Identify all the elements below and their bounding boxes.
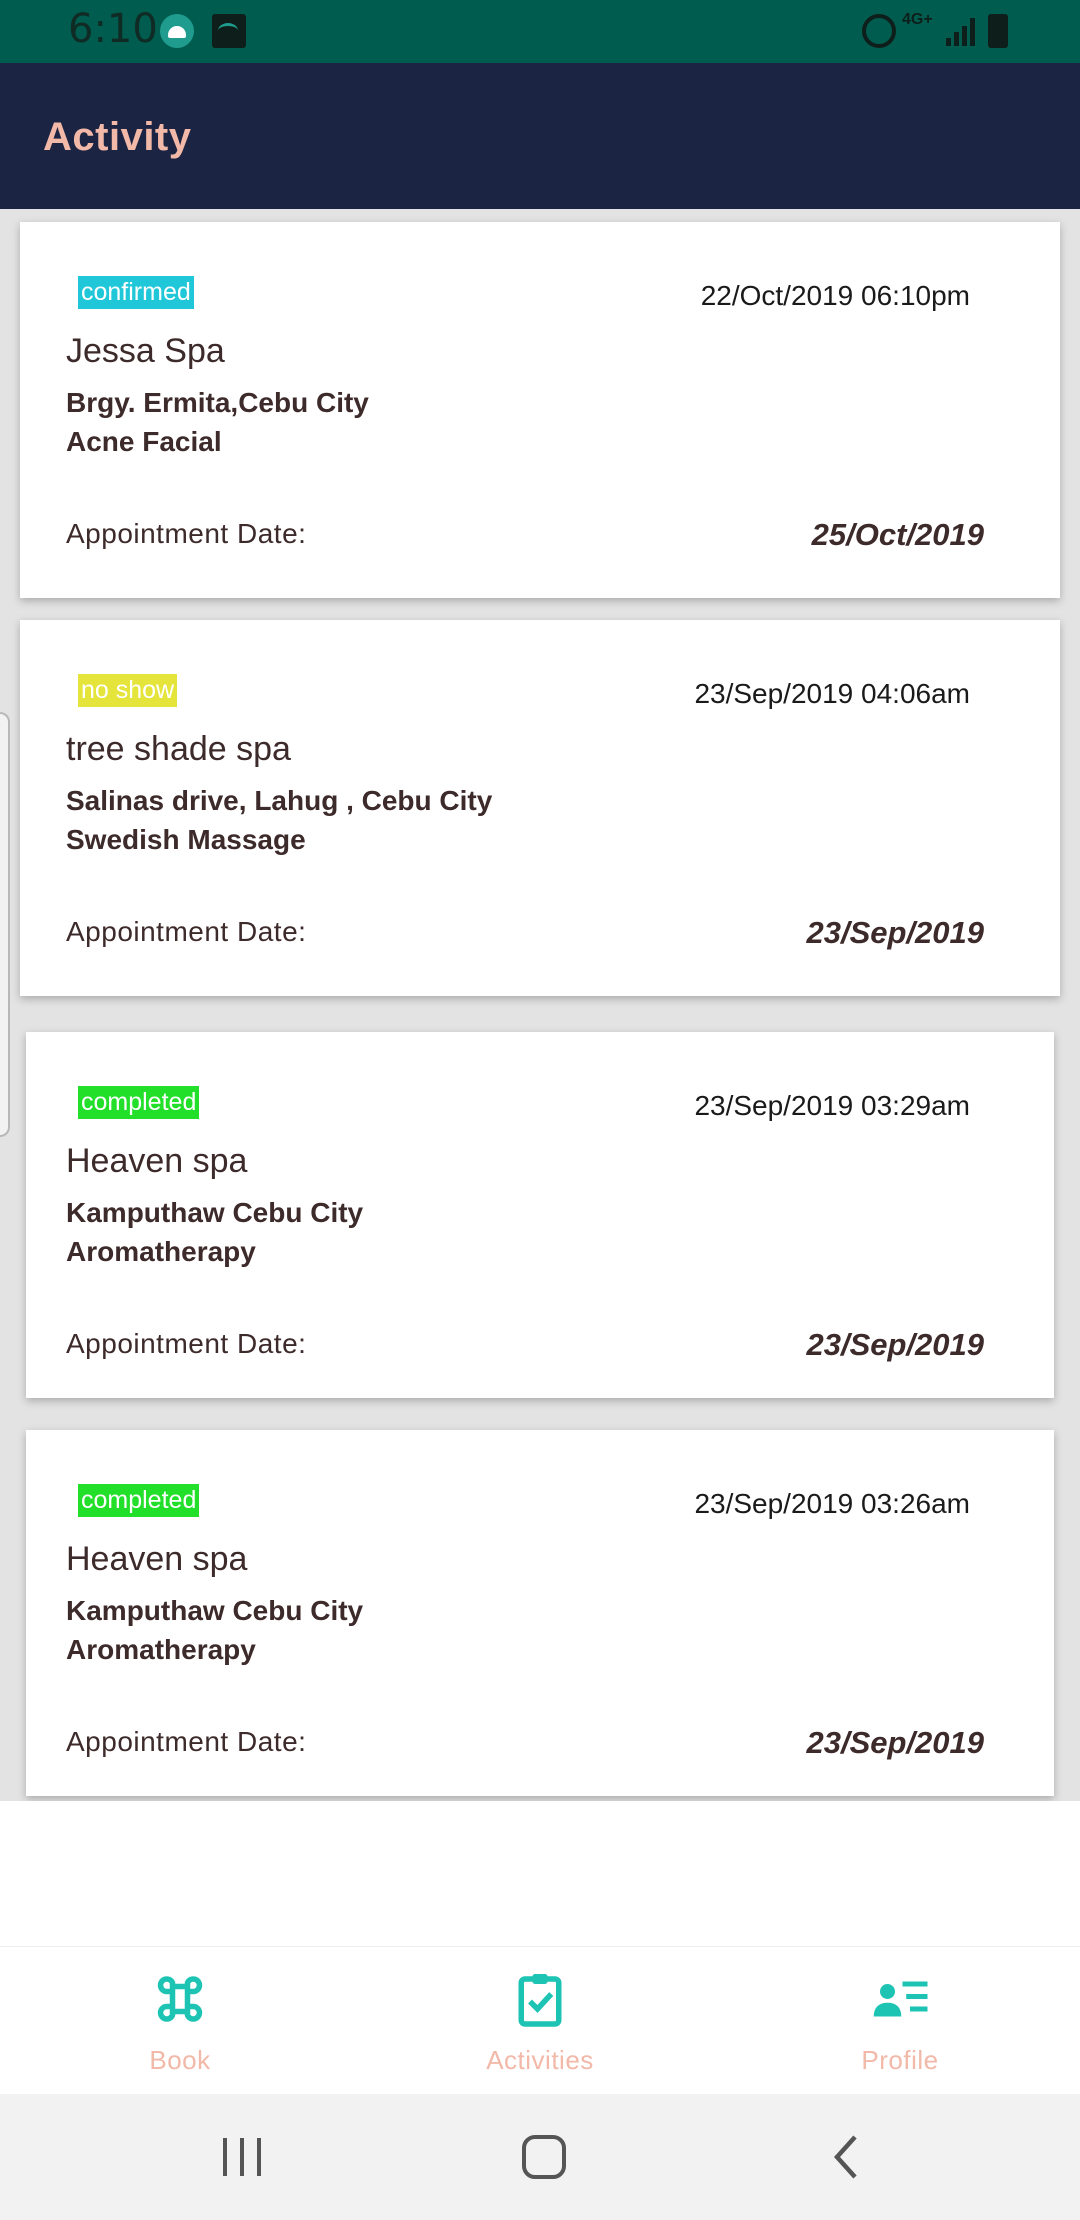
app-bar: Activity bbox=[0, 63, 1080, 209]
nav-label-activities: Activities bbox=[486, 2045, 594, 2075]
activity-list[interactable]: confirmed 22/Oct/2019 06:10pm Jessa Spa … bbox=[0, 209, 1080, 1801]
appointment-date: 23/Sep/2019 bbox=[806, 1327, 984, 1362]
status-badge: confirmed bbox=[78, 276, 194, 309]
wifi-icon bbox=[212, 14, 246, 48]
status-badge: completed bbox=[78, 1086, 200, 1119]
back-icon[interactable] bbox=[811, 2122, 881, 2192]
alarm-icon bbox=[862, 14, 896, 48]
edge-panel-handle[interactable] bbox=[0, 712, 10, 1137]
status-badge: completed bbox=[78, 1484, 200, 1517]
spa-name: Heaven spa bbox=[66, 1540, 248, 1578]
nav-label-profile: Profile bbox=[861, 2045, 939, 2075]
battery-icon bbox=[988, 14, 1008, 48]
activity-card[interactable]: completed 23/Sep/2019 03:26am Heaven spa… bbox=[26, 1430, 1054, 1796]
activity-card[interactable]: confirmed 22/Oct/2019 06:10pm Jessa Spa … bbox=[20, 222, 1060, 598]
service-name: Aromatherapy bbox=[66, 1236, 256, 1267]
nav-item-book[interactable]: Book bbox=[0, 1947, 360, 2095]
status-badge: no show bbox=[78, 674, 178, 707]
created-timestamp: 23/Sep/2019 03:29am bbox=[694, 1090, 970, 1121]
network-type: 4G+ bbox=[902, 11, 933, 28]
appointment-label: Appointment Date: bbox=[66, 1726, 307, 1757]
page-title: Activity bbox=[43, 115, 192, 159]
system-nav-bar bbox=[0, 2094, 1080, 2220]
home-icon[interactable] bbox=[509, 2122, 579, 2192]
created-timestamp: 23/Sep/2019 03:26am bbox=[694, 1488, 970, 1519]
nav-item-activities[interactable]: Activities bbox=[360, 1947, 720, 2095]
contact-list-icon bbox=[873, 1981, 928, 2017]
spa-address: Kamputhaw Cebu City bbox=[66, 1197, 364, 1228]
spa-name: Jessa Spa bbox=[66, 332, 225, 370]
status-time: 6:10 bbox=[68, 6, 158, 52]
appointment-date: 25/Oct/2019 bbox=[811, 517, 984, 552]
spa-address: Salinas drive, Lahug , Cebu City bbox=[66, 785, 493, 816]
appointment-label: Appointment Date: bbox=[66, 518, 307, 549]
nav-item-profile[interactable]: Profile bbox=[720, 1947, 1080, 2095]
appointment-label: Appointment Date: bbox=[66, 916, 307, 947]
spa-address: Brgy. Ermita,Cebu City bbox=[66, 387, 369, 418]
spa-name: tree shade spa bbox=[66, 730, 291, 768]
spa-address: Kamputhaw Cebu City bbox=[66, 1595, 364, 1626]
status-bar: 6:10 4G+ bbox=[0, 0, 1080, 63]
recents-icon[interactable] bbox=[207, 2122, 277, 2192]
appointment-label: Appointment Date: bbox=[66, 1328, 307, 1359]
command-icon bbox=[157, 1976, 203, 2022]
nav-label-book: Book bbox=[149, 2045, 211, 2075]
created-timestamp: 22/Oct/2019 06:10pm bbox=[700, 280, 970, 311]
signal-icon bbox=[944, 16, 978, 46]
appointment-date: 23/Sep/2019 bbox=[806, 915, 984, 950]
service-name: Swedish Massage bbox=[66, 824, 306, 855]
service-name: Acne Facial bbox=[66, 426, 222, 457]
service-name: Aromatherapy bbox=[66, 1634, 256, 1665]
activity-card[interactable]: no show 23/Sep/2019 04:06am tree shade s… bbox=[20, 620, 1060, 996]
created-timestamp: 23/Sep/2019 04:06am bbox=[694, 678, 970, 709]
appointment-date: 23/Sep/2019 bbox=[806, 1725, 984, 1760]
bottom-nav: Book Activities Profile bbox=[0, 1946, 1080, 2094]
activity-card[interactable]: completed 23/Sep/2019 03:29am Heaven spa… bbox=[26, 1032, 1054, 1398]
android-icon bbox=[160, 14, 194, 48]
clipboard-check-icon bbox=[518, 1974, 562, 2027]
spa-name: Heaven spa bbox=[66, 1142, 248, 1180]
